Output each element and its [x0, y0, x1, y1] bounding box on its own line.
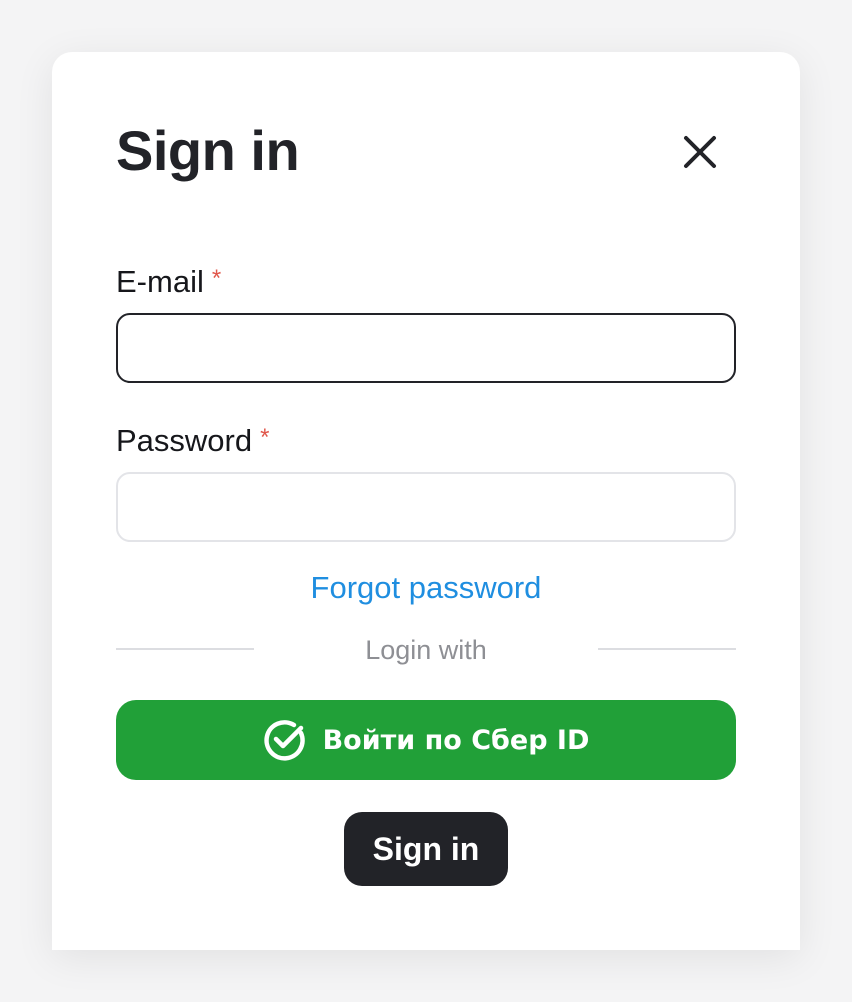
sber-check-icon: [263, 720, 305, 761]
forgot-password-link[interactable]: Forgot password: [116, 566, 736, 610]
sber-id-button-label: Войти по Сбер ID: [322, 724, 590, 756]
close-button[interactable]: [676, 128, 724, 176]
email-label: E-mail *: [116, 262, 221, 305]
login-with-label: Login with: [365, 635, 487, 665]
password-label-text: Password: [116, 423, 253, 458]
email-label-text: E-mail: [116, 264, 204, 299]
email-input[interactable]: [116, 313, 736, 383]
password-label: Password *: [116, 421, 269, 464]
password-input[interactable]: [116, 472, 736, 542]
sign-in-button[interactable]: Sign in: [344, 812, 508, 886]
close-icon: [684, 136, 716, 168]
divider-right: [598, 648, 736, 650]
sber-id-button[interactable]: Войти по Сбер ID: [116, 700, 736, 780]
page-title: Sign in: [116, 119, 300, 182]
sign-in-dialog: Sign in E-mail * Password * Forgot passwor…: [52, 52, 800, 950]
password-required-mark: *: [260, 424, 270, 451]
email-required-mark: *: [211, 265, 222, 292]
